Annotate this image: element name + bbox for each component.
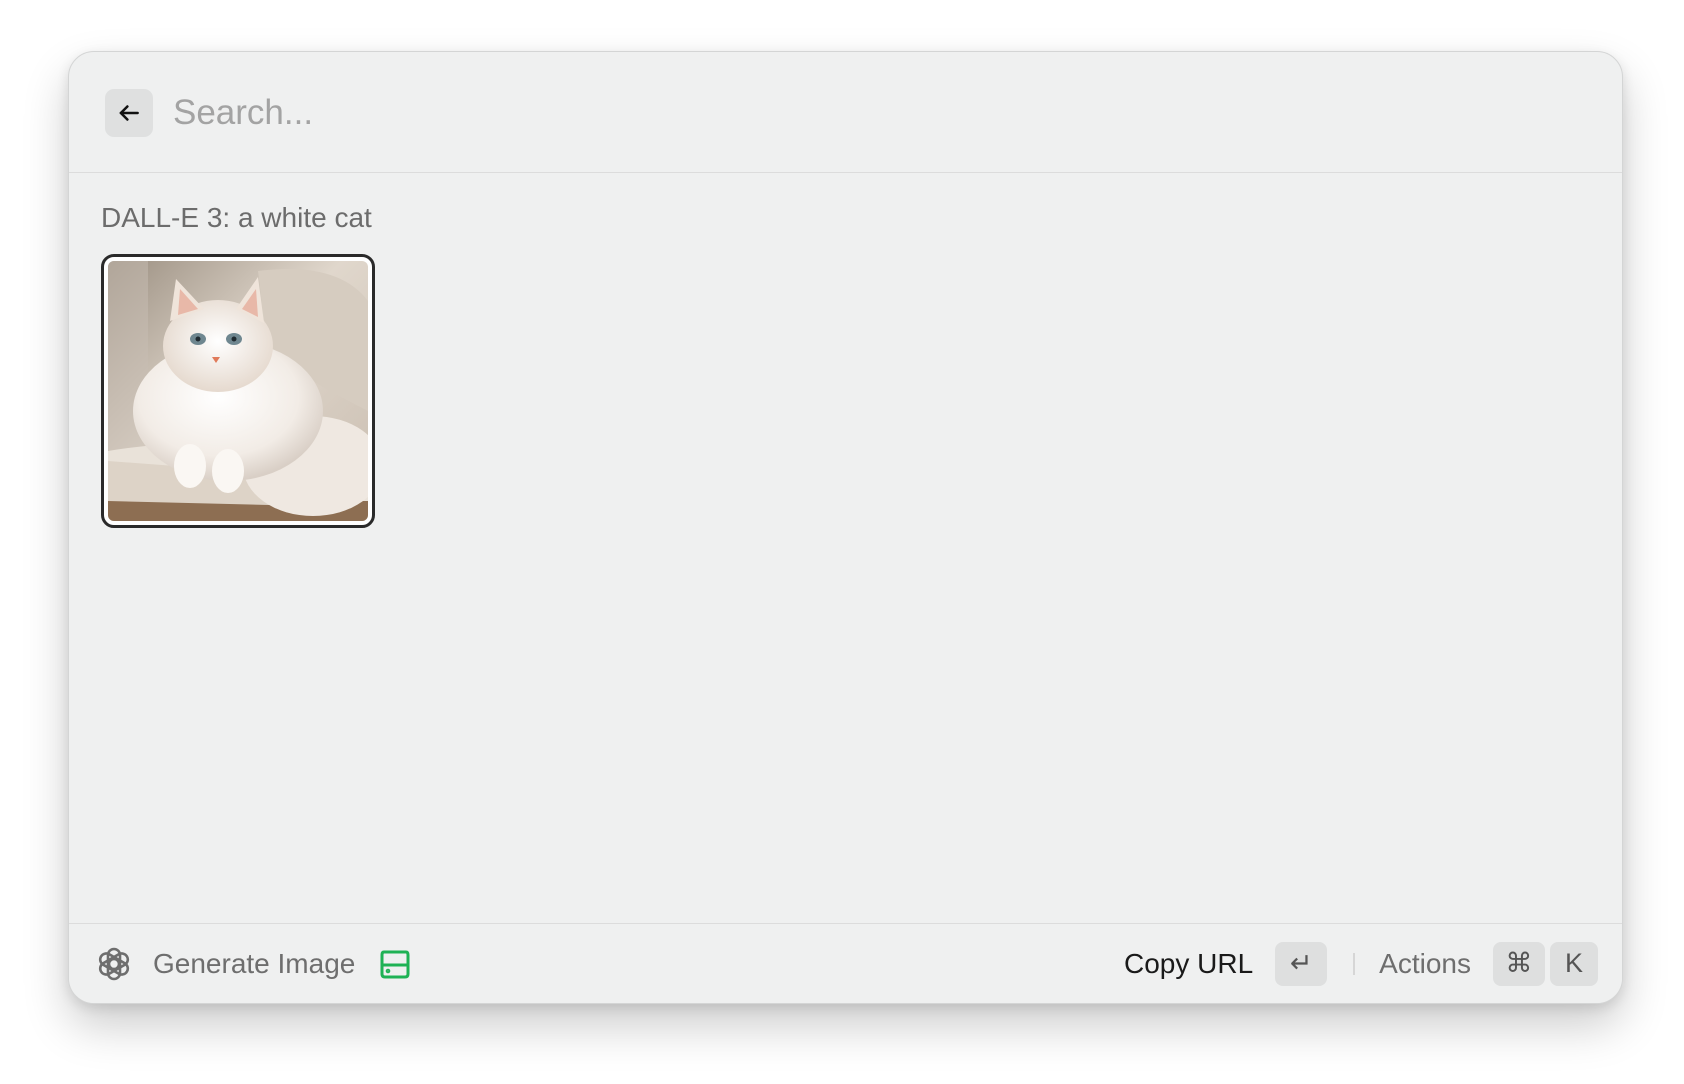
actions-button[interactable]: Actions xyxy=(1379,948,1471,980)
arrow-left-icon xyxy=(119,105,139,121)
k-key-hint: K xyxy=(1550,941,1598,986)
action-divider xyxy=(1353,952,1356,975)
search-bar xyxy=(69,52,1622,173)
copy-url-button[interactable]: Copy URL xyxy=(1124,948,1253,980)
enter-key-hint: ↵ xyxy=(1275,941,1328,986)
section-title: DALL-E 3: a white cat xyxy=(101,202,372,233)
hard-drive-icon xyxy=(377,946,413,982)
action-bar-left: Generate Image xyxy=(93,924,413,1003)
search-input[interactable] xyxy=(173,86,1573,140)
command-key-hint: ⌘ xyxy=(1493,941,1545,986)
command-title: Generate Image xyxy=(153,947,356,979)
action-bar-right: Copy URL ↵ Actions ⌘ K xyxy=(1124,924,1598,1003)
action-bar: Generate Image Copy URL ↵ Actions ⌘ K xyxy=(69,923,1622,1003)
app-window: DALL-E 3: a white cat xyxy=(68,51,1623,1004)
openai-logo-icon xyxy=(93,943,135,985)
cat-image xyxy=(108,261,368,521)
generated-image-tile[interactable] xyxy=(101,254,375,528)
back-button[interactable] xyxy=(105,89,153,137)
